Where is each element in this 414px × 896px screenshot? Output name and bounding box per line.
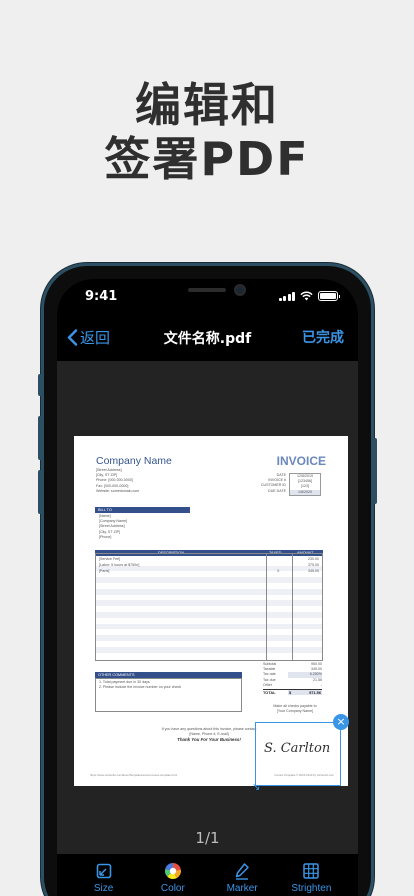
- tool-color-button[interactable]: Color: [143, 862, 203, 896]
- size-icon: [96, 863, 111, 879]
- comments-box: 1. Total payment due in 30 days 2. Please…: [95, 678, 242, 712]
- status-time: 9:41: [85, 289, 118, 304]
- battery-icon: [318, 291, 340, 301]
- phone-power-button: [373, 438, 377, 504]
- grid-icon: [303, 863, 320, 879]
- tool-marker-label: Marker: [226, 883, 258, 894]
- table-row-3-amount: 345.00: [308, 568, 319, 573]
- tool-size-button[interactable]: Size: [74, 862, 134, 896]
- status-icons: [278, 291, 340, 301]
- totals-values: 950.00 345.00 6.250% 21.56-: [288, 662, 322, 688]
- signal-icon: [278, 292, 295, 301]
- total-value: 971.56: [309, 690, 321, 695]
- invoice-company-name: Company Name: [96, 455, 172, 467]
- headline-line-1: 编辑和: [135, 78, 279, 132]
- close-icon[interactable]: ×: [333, 714, 349, 730]
- app-screen: 9:41 返回 文件名称.pdf 已完成 Company Name INVOIC…: [57, 279, 358, 896]
- page-indicator: 1/1: [195, 829, 220, 847]
- total-label: TOTAL: [263, 690, 276, 695]
- invoice-meta-labels: DATE INVOICE # CUSTOMER ID DUE DATE: [260, 473, 286, 493]
- marker-icon: [235, 863, 249, 880]
- done-button[interactable]: 已完成: [302, 327, 344, 347]
- signature-annotation[interactable]: S. Carlton × ↘: [252, 714, 349, 793]
- nav-bar: 返回 文件名称.pdf 已完成: [57, 315, 358, 361]
- footer-url: https://www.vertex42.com/ExcelTemplates/…: [90, 773, 177, 777]
- tool-strighten-label: Strighten: [291, 883, 332, 894]
- phone-frame: 9:41 返回 文件名称.pdf 已完成 Company Name INVOIC…: [38, 263, 377, 896]
- phone-silent-switch: [38, 374, 42, 396]
- notch: [126, 279, 286, 307]
- table-row-3-desc: [Parts]: [99, 568, 110, 573]
- front-camera: [234, 284, 246, 296]
- bill-to-block: [Name] [Company Name] [Street Address] [Cit…: [99, 514, 127, 539]
- status-bar: 9:41: [57, 279, 358, 315]
- speaker-grille: [188, 288, 226, 292]
- pdf-page[interactable]: Company Name INVOICE [Street Address] [Ci…: [74, 436, 349, 793]
- resize-handle-icon[interactable]: ↘: [252, 782, 260, 793]
- tool-color-label: Color: [160, 883, 185, 894]
- invoice-title: INVOICE: [276, 454, 326, 468]
- table-row-3-taxed: X: [277, 568, 280, 573]
- line-items-table: [Service Fee] 230.00 [Labor: 5 hours at …: [95, 553, 323, 661]
- payable-note: Make all checks payable to [Your Company …: [273, 704, 317, 714]
- bottom-toolbar: Size Color Marker Strighten: [57, 854, 358, 896]
- tool-size-label: Size: [93, 883, 114, 894]
- total-currency: $: [289, 690, 292, 695]
- phone-volume-down: [38, 470, 42, 514]
- bill-to-header: BILL TO: [95, 507, 190, 513]
- wifi-icon: [300, 291, 313, 301]
- headline-line-2: 签署PDF: [104, 132, 310, 186]
- color-wheel-icon: [164, 862, 181, 880]
- tool-marker-button[interactable]: Marker: [212, 862, 272, 896]
- total-value-box: $971.56: [288, 690, 322, 696]
- totals-labels: Subtotal Taxable Tax rate Tax due Other: [263, 662, 277, 687]
- phone-volume-up: [38, 416, 42, 460]
- tool-strighten-button[interactable]: Strighten: [281, 862, 341, 896]
- invoice-address: [Street Address] [City, ST ZIP] Phone: [00…: [96, 468, 140, 493]
- signature-handwriting: S. Carlton: [264, 741, 331, 756]
- promo-headline: 编辑和 签署PDF: [0, 78, 414, 186]
- invoice-meta-values: 12/8/2019 [123456] [123] 1/8/2020: [289, 473, 321, 496]
